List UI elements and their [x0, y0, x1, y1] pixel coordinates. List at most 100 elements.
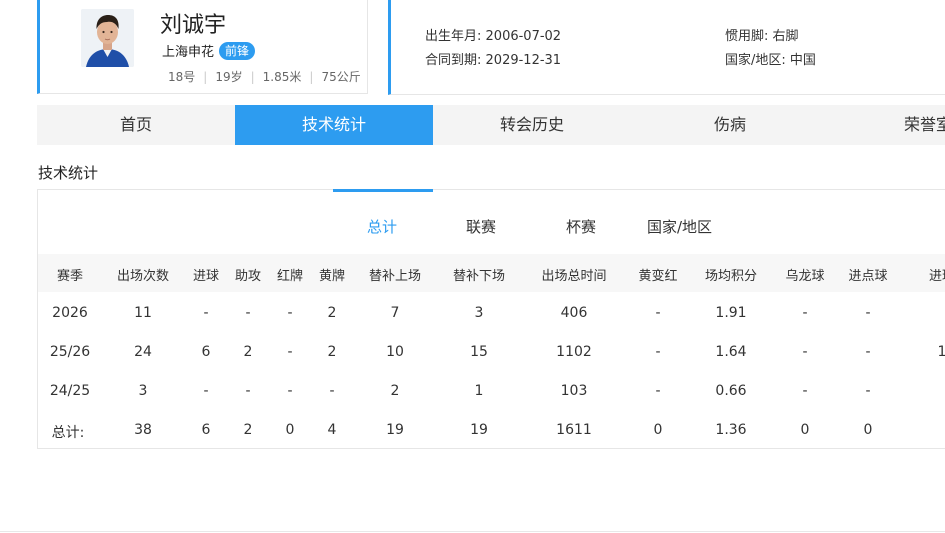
meta-divider: |	[203, 69, 208, 84]
cell-penalty-goals: -	[865, 383, 871, 399]
cell-minutes: 406	[560, 305, 588, 321]
player-info-panel: 出生年月: 2006-07-02 合同到期: 2029-12-31 惯用脚: 右…	[388, 0, 945, 95]
nationality: 国家/地区: 中国	[725, 49, 816, 68]
birth-date: 出生年月: 2006-07-02	[425, 25, 561, 44]
cell-sub-off: 1	[474, 383, 484, 399]
tab-stats[interactable]: 技术统计	[235, 105, 433, 145]
header-penalty-goals: 进点球	[848, 269, 888, 284]
cell-sub-on: 19	[386, 422, 404, 438]
tab-transfer-history[interactable]: 转会历史	[433, 105, 631, 145]
cell-yellow-cards: 4	[327, 422, 337, 438]
team-row: 上海申花 前锋	[162, 41, 256, 60]
team-name[interactable]: 上海申花	[162, 41, 214, 60]
cell-sub-on: 10	[386, 344, 404, 360]
cell-sub-off: 15	[470, 344, 488, 360]
cell-red-cards: -	[287, 383, 293, 399]
cell-season: 25/26	[49, 344, 91, 360]
table-row: 25/26 24 6 2 - 2 10 15 1102 - 1.64 - - 1	[38, 332, 945, 371]
player-name: 刘诚宇	[160, 13, 227, 38]
cell-avg-points: 1.91	[715, 305, 747, 321]
cell-minutes: 1611	[556, 422, 592, 438]
contract-value: 2029-12-31	[485, 53, 562, 68]
player-meta: 18号 | 19岁 | 1.85米 | 75公斤	[168, 68, 361, 85]
cell-avg-points: 1.36	[715, 422, 747, 438]
table-row: 24/25 3 - - - - 2 1 103 - 0.66 - -	[38, 371, 945, 410]
cell-yellow-cards: -	[329, 383, 335, 399]
cell-own-goals: 0	[800, 422, 810, 438]
cell-minutes: 1102	[556, 344, 592, 360]
cell-assists: -	[245, 383, 251, 399]
cell-goals: -	[203, 383, 209, 399]
header-red-cards: 红牌	[276, 269, 304, 284]
cell-second-yellow: -	[655, 305, 661, 321]
birth-label: 出生年月:	[425, 29, 482, 44]
tab-injuries[interactable]: 伤病	[631, 105, 829, 145]
nation-label: 国家/地区:	[725, 53, 786, 68]
preferred-foot: 惯用脚: 右脚	[725, 25, 799, 44]
cell-assists: -	[245, 305, 251, 321]
page-divider	[0, 531, 945, 532]
tab-home[interactable]: 首页	[37, 105, 235, 145]
cell-assists: 2	[243, 422, 253, 438]
cell-penalty-goals: -	[865, 305, 871, 321]
cell-goals-extra: 1	[937, 344, 945, 360]
cell-sub-off: 19	[470, 422, 488, 438]
cell-sub-on: 7	[390, 305, 400, 321]
foot-value: 右脚	[772, 29, 799, 44]
table-row: 2026 11 - - - 2 7 3 406 - 1.91 - -	[38, 293, 945, 332]
main-tabs: 首页 技术统计 转会历史 伤病 荣誉室	[37, 105, 945, 145]
cell-red-cards: -	[287, 305, 293, 321]
table-row-total: 总计: 38 6 2 0 4 19 19 1611 0 1.36 0 0	[38, 410, 945, 449]
meta-divider: |	[250, 69, 255, 84]
cell-own-goals: -	[802, 344, 808, 360]
tab-honors[interactable]: 荣誉室	[829, 105, 945, 145]
subtab-league[interactable]: 联赛	[466, 216, 496, 237]
player-card: 刘诚宇 上海申花 前锋 18号 | 19岁 | 1.85米 | 75公斤	[37, 0, 368, 94]
cell-sub-off: 3	[474, 305, 484, 321]
active-sub-tab-indicator	[333, 189, 433, 192]
subtab-cup[interactable]: 杯赛	[566, 216, 596, 237]
cell-second-yellow: 0	[653, 422, 663, 438]
header-second-yellow: 黄变红	[638, 269, 678, 284]
foot-label: 惯用脚:	[725, 29, 769, 44]
nation-value: 中国	[789, 53, 816, 68]
cell-season: 总计:	[51, 425, 85, 441]
contract-expiry: 合同到期: 2029-12-31	[425, 49, 561, 68]
cell-goals: 6	[201, 422, 211, 438]
header-avg-points: 场均积分	[704, 269, 758, 284]
cell-appearances: 24	[134, 344, 152, 360]
header-own-goals: 乌龙球	[785, 269, 825, 284]
cell-minutes: 103	[560, 383, 588, 399]
cell-appearances: 38	[134, 422, 152, 438]
stats-table-header: 赛季 出场次数 进球 助攻 红牌 黄牌 替补上场 替补下场 出场总时间 黄变红 …	[38, 254, 945, 292]
header-assists: 助攻	[234, 269, 262, 284]
cell-second-yellow: -	[655, 383, 661, 399]
cell-goals: 6	[201, 344, 211, 360]
cell-avg-points: 1.64	[715, 344, 747, 360]
header-sub-on: 替补上场	[368, 269, 422, 284]
cell-appearances: 3	[138, 383, 148, 399]
cell-assists: 2	[243, 344, 253, 360]
cell-goals: -	[203, 305, 209, 321]
subtab-total[interactable]: 总计	[367, 216, 397, 237]
cell-red-cards: 0	[285, 422, 295, 438]
stats-sub-tabs: 总计 联赛 杯赛 国家/地区	[38, 189, 945, 254]
header-goals: 进球	[192, 269, 220, 284]
cell-second-yellow: -	[655, 344, 661, 360]
player-number: 18号	[168, 70, 196, 84]
cell-own-goals: -	[802, 305, 808, 321]
cell-red-cards: -	[287, 344, 293, 360]
cell-penalty-goals: 0	[863, 422, 873, 438]
header-minutes: 出场总时间	[541, 269, 607, 284]
meta-divider: |	[309, 69, 314, 84]
header-appearances: 出场次数	[116, 269, 170, 284]
section-title: 技术统计	[38, 164, 99, 182]
cell-avg-points: 0.66	[715, 383, 747, 399]
player-weight: 75公斤	[321, 70, 361, 84]
player-age: 19岁	[215, 70, 243, 84]
header-goals-extra: 进球	[928, 269, 945, 284]
subtab-national[interactable]: 国家/地区	[647, 216, 712, 237]
cell-own-goals: -	[802, 383, 808, 399]
cell-season: 24/25	[49, 383, 91, 399]
cell-season: 2026	[52, 305, 88, 321]
